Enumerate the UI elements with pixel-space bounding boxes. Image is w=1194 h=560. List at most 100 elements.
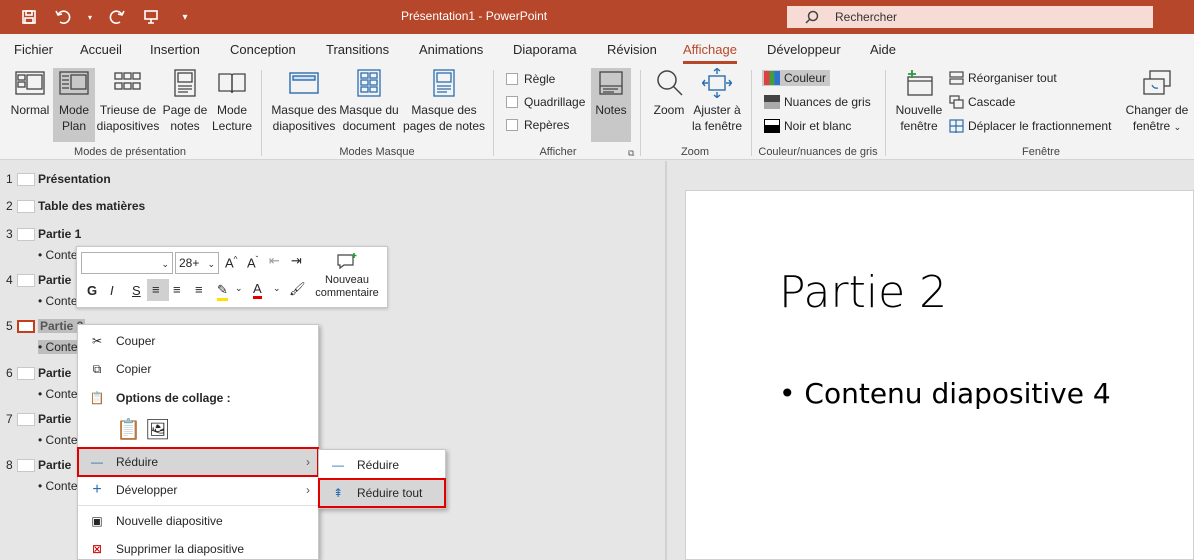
normal-view-button[interactable]: Normal (8, 68, 52, 118)
bold-button[interactable]: G (87, 283, 97, 298)
decrease-indent-icon[interactable]: ⇤ (269, 253, 280, 269)
tab-insertion[interactable]: Insertion (150, 42, 200, 57)
group-label-zoom: Zoom (680, 146, 710, 158)
color-button[interactable]: Couleur (762, 70, 831, 86)
presentation-icon[interactable] (140, 6, 162, 28)
minus-icon: — (91, 455, 103, 469)
window-title: Présentation1 - PowerPoint (401, 9, 548, 23)
menu-item-collapse[interactable]: — Réduire › (77, 447, 319, 477)
menu-item-cut[interactable]: ✂ Couper (78, 327, 318, 355)
slide-canvas[interactable]: Partie 2 • Contenu diapositive 4 (685, 190, 1194, 560)
menu-divider (78, 505, 318, 506)
save-icon[interactable] (18, 6, 40, 28)
notes-button[interactable]: Notes (591, 68, 631, 142)
align-right-icon[interactable]: ≡ (195, 282, 203, 297)
search-icon (805, 10, 819, 24)
slide-master-button[interactable]: Masque des diapositives (270, 68, 338, 134)
black-white-button[interactable]: Noir et blanc (764, 119, 851, 133)
slide-title[interactable]: Partie 2 (779, 267, 947, 318)
separator (751, 70, 752, 156)
slide-thumb-icon (17, 200, 35, 213)
guides-checkbox[interactable]: Repères (506, 118, 569, 132)
slide-master-icon (287, 68, 321, 98)
menu-item-expand[interactable]: + Développer › (78, 476, 318, 504)
dialog-launcher-icon[interactable]: ⧉ (628, 148, 634, 159)
slide-bullet[interactable]: • Contenu diapositive 4 (779, 377, 1111, 410)
color-swatch-icon (764, 71, 780, 85)
reading-view-icon (215, 68, 249, 98)
submenu-item-collapse[interactable]: — Réduire (319, 451, 445, 479)
tab-affichage[interactable]: Affichage (683, 42, 737, 64)
separator (261, 70, 262, 156)
align-center-icon[interactable]: ≡ (173, 282, 181, 297)
highlight-icon[interactable]: ✎ (217, 282, 228, 301)
ribbon-tabs: Fichier Accueil Insertion Conception Tra… (0, 34, 1194, 64)
handout-master-button[interactable]: Masque du document (338, 68, 400, 134)
arrange-all-button[interactable]: Réorganiser tout (949, 71, 1057, 85)
align-left-icon[interactable]: ≡ (147, 279, 169, 301)
group-label-masters: Modes Masque (339, 146, 415, 158)
font-color-icon[interactable]: A (253, 281, 262, 299)
paste-picture-icon[interactable]: 🖼 (145, 417, 170, 442)
new-comment-button[interactable]: Nouveau commentaire (307, 252, 387, 300)
switch-window-icon (1140, 68, 1174, 98)
grow-font-icon[interactable]: A^ (225, 255, 237, 270)
chevron-down-icon[interactable]: ⌄ (273, 283, 281, 294)
switch-window-button[interactable]: Changer de fenêtre ⌄ (1124, 68, 1190, 135)
font-name-box[interactable]: ⌄ (81, 252, 173, 274)
ruler-checkbox[interactable]: Règle (506, 72, 555, 86)
fit-window-button[interactable]: Ajuster à la fenêtre (690, 68, 744, 134)
tab-revision[interactable]: Révision (607, 42, 657, 57)
undo-dropdown-icon[interactable]: ▾ (86, 6, 94, 28)
outline-view-button[interactable]: Mode Plan (53, 68, 95, 142)
undo-icon[interactable] (52, 6, 74, 28)
paste-keep-text-icon[interactable]: 📋 (116, 417, 141, 442)
new-slide-icon: ▣ (91, 514, 103, 528)
submenu-item-collapse-all[interactable]: ⇞ Réduire tout (318, 478, 446, 508)
handout-master-icon (352, 68, 386, 98)
group-label-color: Couleur/nuances de gris (758, 146, 878, 158)
menu-item-new-slide[interactable]: ▣ Nouvelle diapositive (78, 507, 318, 535)
zoom-icon (652, 68, 686, 98)
chevron-down-icon[interactable]: ⌄ (235, 283, 243, 294)
slide-thumb-icon (17, 367, 35, 380)
reading-view-button[interactable]: Mode Lecture (210, 68, 254, 134)
italic-button[interactable]: I (110, 283, 114, 298)
slide-thumb-icon (17, 320, 35, 333)
move-split-button[interactable]: Déplacer le fractionnement (949, 119, 1111, 133)
move-split-icon (949, 119, 964, 133)
tab-developpeur[interactable]: Développeur (767, 42, 841, 57)
format-painter-icon[interactable]: 🖌 (289, 281, 306, 297)
context-menu: ✂ Couper ⧉ Copier 📋 Options de collage : 📋 … (77, 324, 319, 560)
tab-conception[interactable]: Conception (230, 42, 296, 57)
group-label-views: Modes de présentation (74, 146, 186, 158)
tab-aide[interactable]: Aide (870, 42, 896, 57)
copy-icon: ⧉ (92, 361, 102, 376)
gridlines-checkbox[interactable]: Quadrillage (506, 95, 585, 109)
menu-item-delete-slide[interactable]: ⊠ Supprimer la diapositive (78, 535, 318, 560)
zoom-button[interactable]: Zoom (648, 68, 690, 118)
shrink-font-icon[interactable]: Aˇ (247, 255, 258, 270)
redo-icon[interactable] (106, 6, 128, 28)
slide-sorter-button[interactable]: Trieuse de diapositives (96, 68, 160, 134)
notes-page-button[interactable]: Page de notes (162, 68, 208, 134)
font-size-box[interactable]: 28+ ⌄ (175, 252, 219, 274)
search-box[interactable]: Rechercher (787, 6, 1153, 28)
customize-qat-icon[interactable]: ▾ (174, 6, 196, 28)
tab-animations[interactable]: Animations (419, 42, 483, 57)
menu-item-copy[interactable]: ⧉ Copier (78, 355, 318, 383)
new-window-button[interactable]: Nouvelle fenêtre (892, 68, 946, 134)
slide-thumb-icon (17, 459, 35, 472)
shadow-button[interactable]: S (132, 283, 141, 298)
grayscale-button[interactable]: Nuances de gris (764, 95, 871, 109)
tab-transitions[interactable]: Transitions (326, 42, 389, 57)
tab-accueil[interactable]: Accueil (80, 42, 122, 57)
tab-fichier[interactable]: Fichier (14, 42, 53, 57)
cascade-button[interactable]: Cascade (949, 95, 1015, 109)
notes-master-button[interactable]: Masque des pages de notes (402, 68, 486, 134)
chevron-down-icon: ⌄ (207, 259, 215, 269)
tab-diaporama[interactable]: Diaporama (513, 42, 577, 57)
grayscale-swatch-icon (764, 95, 780, 109)
chevron-right-icon: › (306, 483, 310, 497)
increase-indent-icon[interactable]: ⇥ (291, 253, 302, 269)
